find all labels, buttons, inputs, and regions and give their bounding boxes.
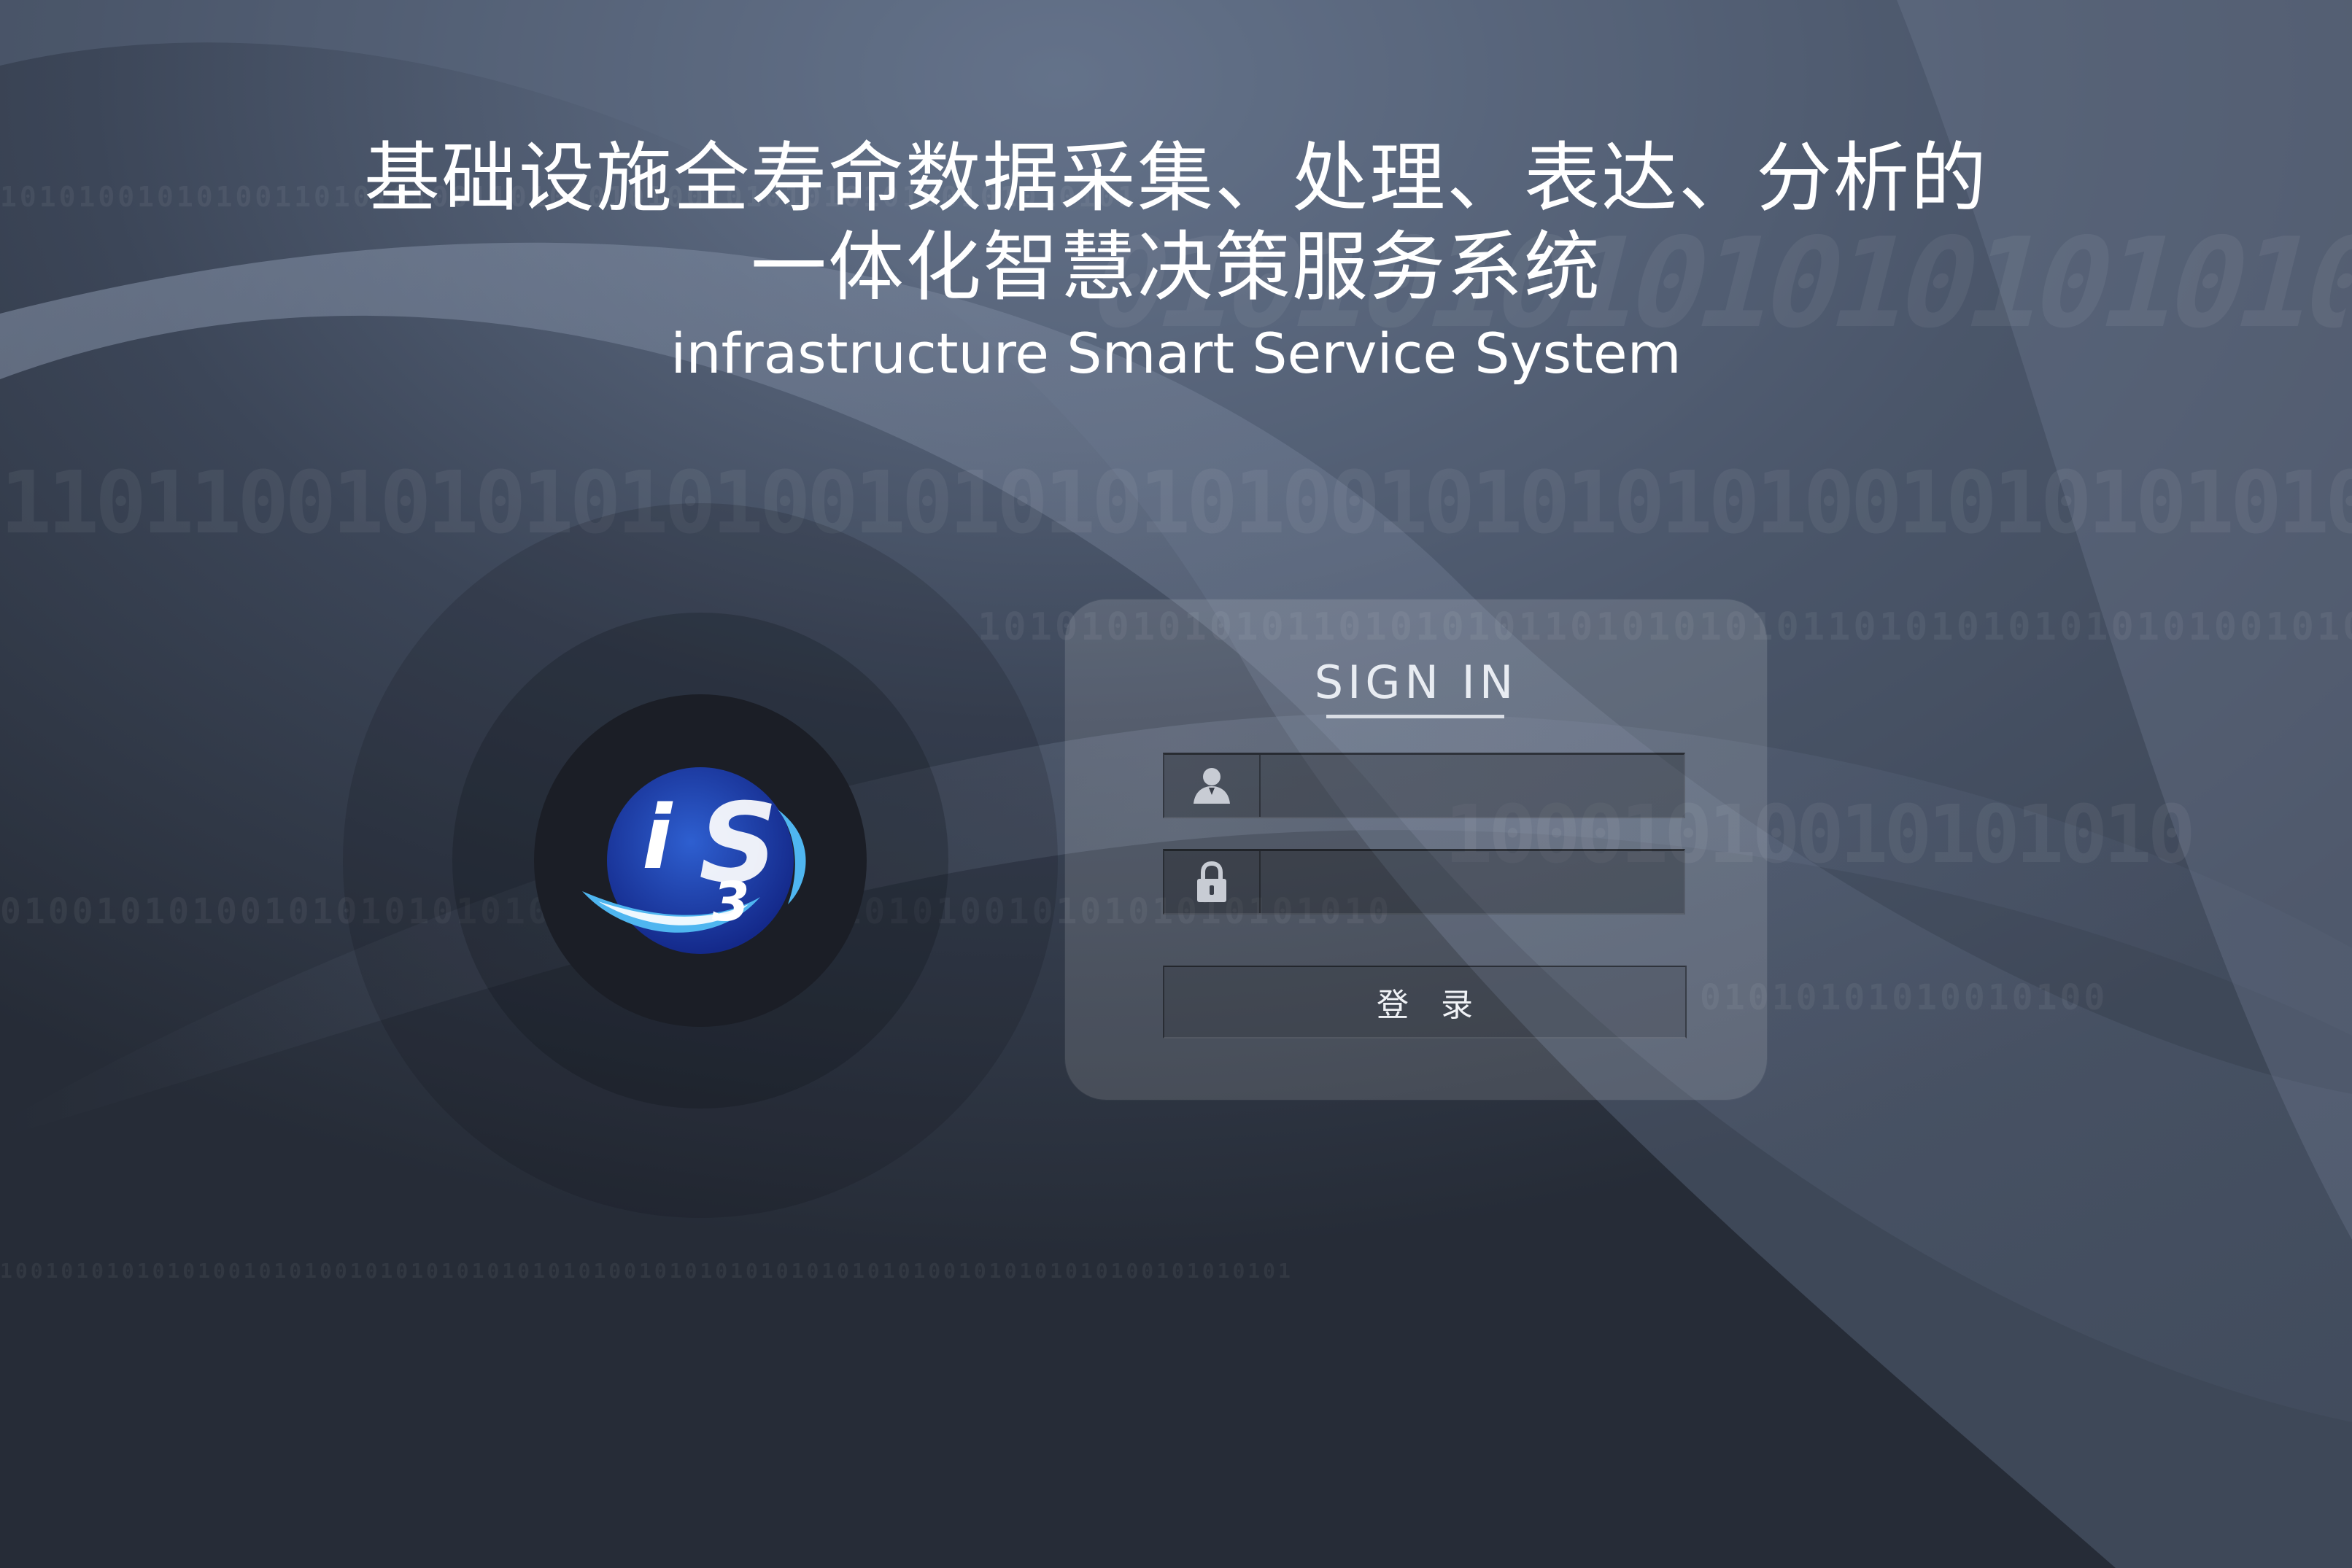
- user-icon: [1164, 755, 1261, 817]
- page-title-line-2: 一体化智慧决策服务系统: [750, 222, 1601, 311]
- is3-logo: i S 3: [582, 767, 806, 954]
- lock-icon: [1164, 851, 1261, 913]
- password-field: [1163, 849, 1685, 915]
- login-button[interactable]: 登录: [1163, 966, 1687, 1039]
- password-input[interactable]: [1262, 851, 1684, 913]
- username-field: [1163, 753, 1685, 818]
- binary-row: 1001010101010100101010010101010101010101…: [0, 1259, 1293, 1283]
- binary-row: 01010101010010100: [1700, 977, 2108, 1018]
- page-subtitle: infrastructure Smart Service System: [670, 321, 1682, 386]
- username-input[interactable]: [1262, 755, 1684, 817]
- logo-letter-i: i: [642, 788, 673, 889]
- logo-digit-3: 3: [712, 871, 750, 934]
- page-title-line-1: 基础设施全寿命数据采集、处理、表达、分析的: [363, 133, 1988, 222]
- signin-title: SIGN IN: [1314, 656, 1518, 709]
- login-panel: SIGN IN 登录: [1065, 599, 1767, 1100]
- user-icon-glyph: [1194, 767, 1230, 804]
- signin-underline: [1326, 715, 1504, 718]
- lock-icon-glyph: [1197, 861, 1226, 902]
